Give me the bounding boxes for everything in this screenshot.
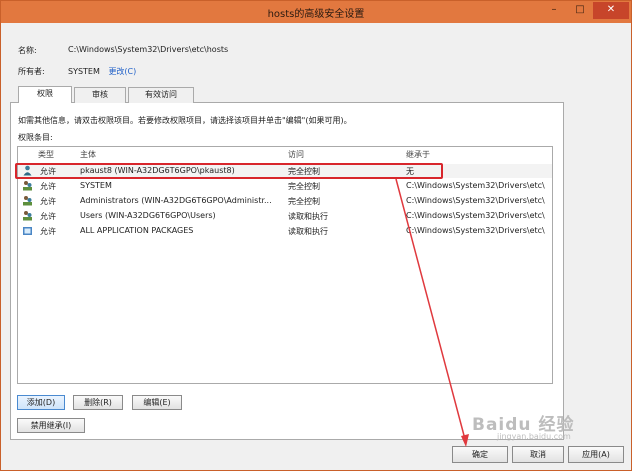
ok-button[interactable]: 确定 [452, 446, 508, 463]
row-type: 允许 [40, 212, 56, 221]
owner-value: SYSTEM 更改(C) [68, 66, 136, 77]
column-type[interactable]: 类型 [38, 149, 54, 160]
row-principal: Users (WIN-A32DG6T6GPO\Users) [80, 211, 216, 220]
row-principal: Administrators (WIN-A32DG6T6GPO\Administ… [80, 196, 272, 205]
window-title: hosts的高级安全设置 [267, 9, 365, 20]
maximize-button[interactable]: □ [567, 2, 593, 19]
close-button[interactable]: ✕ [593, 2, 629, 19]
row-access: 读取和执行 [288, 227, 328, 236]
owner-name: SYSTEM [68, 67, 100, 76]
watermark-url: jingyan.baidu.com [497, 432, 571, 441]
column-principal[interactable]: 主体 [80, 149, 96, 160]
remove-button[interactable]: 删除(R) [73, 395, 123, 410]
cancel-button[interactable]: 取消 [512, 446, 564, 463]
add-button[interactable]: 添加(D) [17, 395, 65, 410]
row-inherited: C:\Windows\System32\Drivers\etc\ [406, 181, 545, 190]
title-bar: hosts的高级安全设置 – □ ✕ [1, 1, 631, 23]
name-label: 名称: [18, 46, 37, 55]
tab-effective-access[interactable]: 有效访问 [128, 87, 194, 103]
row-access: 完全控制 [288, 197, 320, 206]
list-item[interactable]: 允许 SYSTEM 完全控制 C:\Windows\System32\Drive… [18, 179, 552, 193]
selection-highlight-annotation [15, 163, 443, 179]
minimize-button[interactable]: – [541, 2, 567, 19]
tab-auditing[interactable]: 审核 [74, 87, 126, 103]
package-icon [23, 227, 32, 235]
row-inherited: C:\Windows\System32\Drivers\etc\ [406, 211, 545, 220]
owner-label: 所有者: [18, 67, 45, 76]
column-inherited-from[interactable]: 继承于 [406, 149, 430, 160]
column-access[interactable]: 访问 [288, 149, 304, 160]
row-principal: SYSTEM [80, 181, 112, 190]
group-icon [23, 181, 32, 191]
hint-text: 如需其他信息，请双击权限项目。若要修改权限项目，请选择该项目并单击"编辑"(如果… [18, 116, 352, 125]
list-item[interactable]: 允许 Administrators (WIN-A32DG6T6GPO\Admin… [18, 194, 552, 208]
row-inherited: C:\Windows\System32\Drivers\etc\ [406, 226, 545, 235]
apply-button[interactable]: 应用(A) [568, 446, 624, 463]
row-principal: ALL APPLICATION PACKAGES [80, 226, 194, 235]
row-type: 允许 [40, 227, 56, 236]
row-inherited: C:\Windows\System32\Drivers\etc\ [406, 196, 545, 205]
disable-inheritance-button[interactable]: 禁用继承(I) [17, 418, 85, 433]
list-item[interactable]: 允许 Users (WIN-A32DG6T6GPO\Users) 读取和执行 C… [18, 209, 552, 223]
group-icon [23, 196, 32, 206]
row-type: 允许 [40, 182, 56, 191]
row-access: 读取和执行 [288, 212, 328, 221]
row-access: 完全控制 [288, 182, 320, 191]
permission-entries-label: 权限条目: [18, 133, 53, 142]
change-owner-link[interactable]: 更改(C) [108, 67, 136, 76]
row-type: 允许 [40, 197, 56, 206]
group-icon [23, 211, 32, 221]
permission-list[interactable]: 类型 主体 访问 继承于 允许 pkaust8 (WIN-A32DG6T6GPO… [17, 146, 553, 384]
edit-button[interactable]: 编辑(E) [132, 395, 182, 410]
tab-permissions[interactable]: 权限 [18, 86, 72, 103]
list-item[interactable]: 允许 ALL APPLICATION PACKAGES 读取和执行 C:\Win… [18, 224, 552, 238]
name-value: C:\Windows\System32\Drivers\etc\hosts [68, 45, 229, 54]
